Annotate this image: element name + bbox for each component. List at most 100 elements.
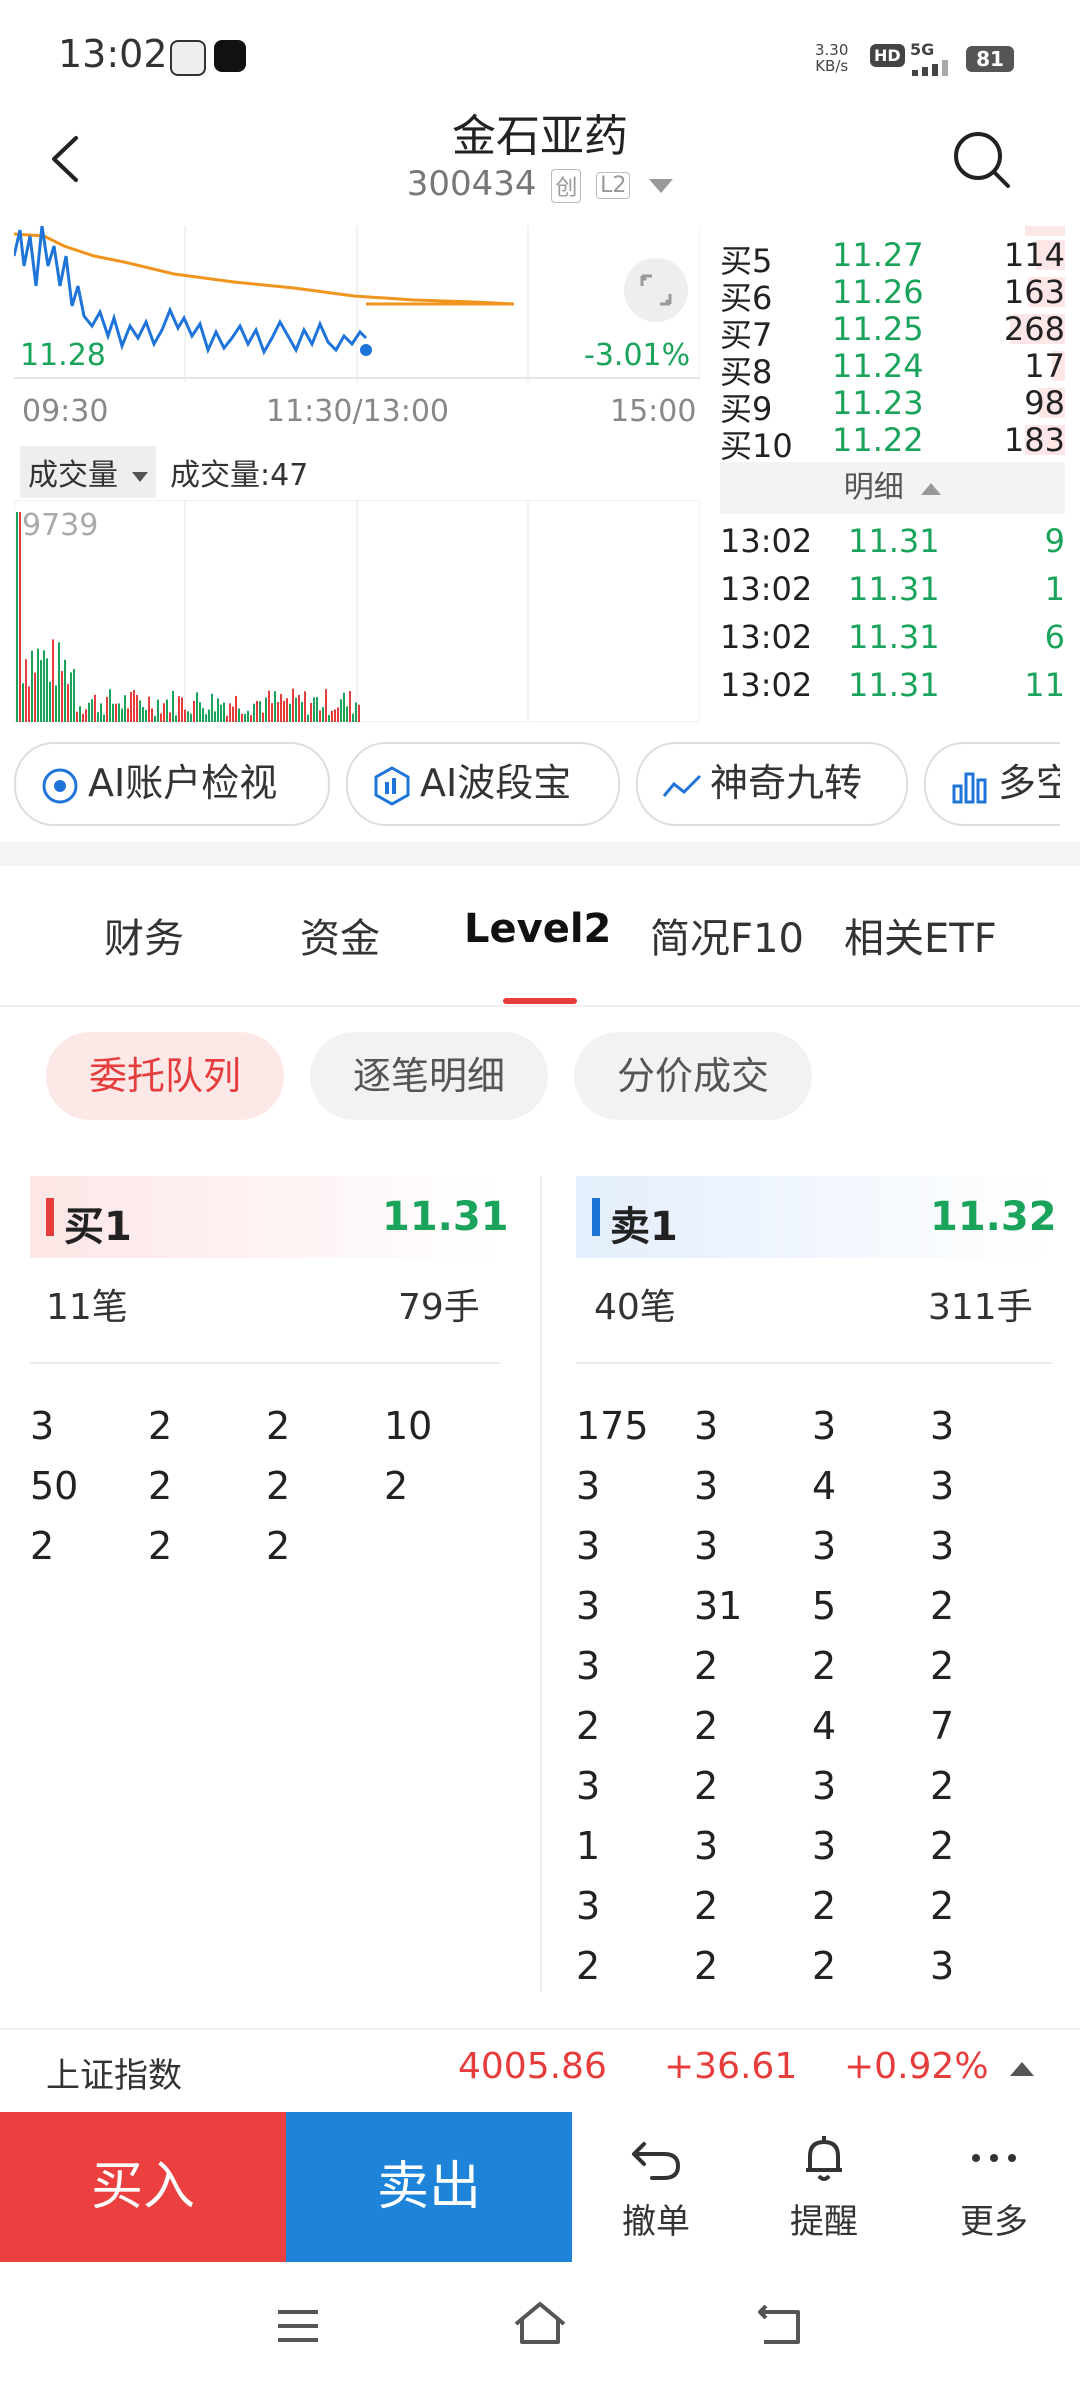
queue-order-qty: 2: [148, 1524, 173, 1568]
queue-order-qty: 2: [266, 1464, 291, 1508]
volume-bar: [79, 706, 81, 722]
time-mid: 11:30/13:00: [266, 394, 450, 429]
tab-funds[interactable]: 资金: [300, 906, 380, 964]
order-level-price: 11.23: [832, 384, 924, 422]
queue-order-qty: 2: [384, 1464, 409, 1508]
detail-toggle[interactable]: 明细: [720, 462, 1065, 514]
volume-bar: [313, 697, 315, 722]
buy1-label: 买1: [64, 1204, 132, 1250]
queue-order-qty: 3: [576, 1584, 601, 1628]
volume-bar: [55, 685, 57, 722]
queue-order-qty: 3: [812, 1764, 837, 1808]
volume-bar: [157, 699, 159, 722]
queue-order-qty: 3: [576, 1524, 601, 1568]
volume-bar: [151, 708, 153, 722]
home-icon[interactable]: [510, 2298, 570, 2348]
volume-indicator-select[interactable]: 成交量: [20, 446, 156, 498]
queue-order-qty: 2: [812, 1644, 837, 1688]
tab-f10[interactable]: 简况F10: [650, 906, 804, 964]
bar-chart-icon: [952, 772, 987, 803]
search-icon: [954, 132, 1010, 188]
volume-bar: [241, 713, 243, 722]
board-tag: 创: [551, 168, 582, 203]
volume-bar: [118, 703, 120, 722]
tab-finance[interactable]: 财务: [104, 906, 184, 964]
order-level-qty: 98: [1024, 384, 1065, 422]
chip-ai-band[interactable]: AI波段宝: [346, 742, 620, 826]
volume-bar: [121, 708, 123, 722]
search-button[interactable]: [952, 130, 1010, 188]
chip-ai-account[interactable]: AI账户检视: [14, 742, 330, 826]
active-tab-indicator: [503, 998, 577, 1004]
sell1-volume: 311手: [928, 1287, 1033, 1328]
queue-order-qty: 3: [694, 1464, 719, 1508]
tick-price: 11.31: [848, 522, 940, 560]
queue-order-qty: 2: [930, 1584, 955, 1628]
status-time: 13:02: [58, 32, 168, 76]
volume-bar: [355, 702, 357, 722]
buy-button[interactable]: 买入: [0, 2112, 286, 2262]
volume-bar: [253, 703, 255, 722]
tab-level2[interactable]: Level2: [464, 906, 611, 952]
subtab-price-volume[interactable]: 分价成交: [574, 1032, 812, 1120]
tick-row: 13:02 11.31 11: [720, 666, 1065, 714]
expand-up-icon[interactable]: [1010, 2062, 1034, 2076]
alert-button[interactable]: 提醒: [764, 2130, 884, 2243]
tick-time: 13:02: [720, 666, 813, 704]
volume-bar: [325, 689, 327, 722]
panel-separator: [540, 1176, 542, 1992]
volume-bar: [31, 650, 33, 722]
volume-bar: [163, 703, 165, 722]
volume-bar: [247, 710, 249, 722]
volume-bar: [220, 704, 222, 722]
buy1-volume: 79手: [398, 1287, 480, 1328]
back-nav-icon[interactable]: [756, 2302, 804, 2346]
tab-etf[interactable]: 相关ETF: [844, 906, 997, 964]
volume-bar: [334, 709, 336, 722]
stock-subtitle[interactable]: 300434 创 L2: [0, 164, 1080, 204]
volume-bar: [139, 700, 141, 722]
volume-bar: [298, 694, 300, 722]
volume-bar: [208, 709, 210, 722]
tick-time: 13:02: [720, 618, 813, 656]
more-label: 更多: [960, 2202, 1028, 2242]
queue-order-qty: 50: [30, 1464, 79, 1508]
index-name: 上证指数: [46, 2056, 182, 2096]
more-dots-icon: [972, 2154, 1016, 2162]
queue-order-qty: 3: [694, 1404, 719, 1448]
volume-bar: [22, 683, 24, 722]
chip-long-short[interactable]: 多空: [924, 742, 1080, 826]
volume-chart[interactable]: [14, 500, 700, 722]
menu-icon[interactable]: [274, 2306, 322, 2346]
volume-value: 成交量:47: [170, 458, 309, 493]
net-speed-value: 3.30: [815, 41, 849, 59]
queue-order-qty: 4: [812, 1704, 837, 1748]
trend-line-icon: [662, 774, 702, 797]
volume-bar: [274, 691, 276, 722]
cancel-order-button[interactable]: 撤单: [596, 2130, 716, 2243]
volume-bar: [304, 691, 306, 722]
volume-bar: [103, 714, 105, 722]
volume-bar: [181, 697, 183, 722]
order-level-label: 买10: [720, 427, 793, 465]
order-level-price: 11.27: [832, 236, 924, 274]
more-button[interactable]: 更多: [934, 2130, 1054, 2243]
volume-bar: [46, 658, 48, 722]
volume-bar: [205, 714, 207, 722]
volume-bar: [280, 693, 282, 722]
subtab-tick-detail[interactable]: 逐笔明细: [310, 1032, 548, 1120]
order-book-partial-row: [720, 226, 1065, 236]
chip-nine-turn[interactable]: 神奇九转: [636, 742, 908, 826]
volume-bar: [292, 688, 294, 722]
chip-label: AI账户检视: [88, 761, 278, 805]
expand-chart-button[interactable]: [624, 258, 688, 322]
subtab-order-queue[interactable]: 委托队列: [46, 1032, 284, 1120]
volume-bar: [19, 512, 21, 722]
volume-bar: [310, 702, 312, 722]
volume-bar: [202, 708, 204, 722]
sell-button[interactable]: 卖出: [286, 2112, 572, 2262]
dropdown-caret-icon[interactable]: [649, 178, 674, 193]
volume-bar: [97, 712, 99, 722]
volume-bar: [28, 686, 30, 722]
volume-bar: [340, 699, 342, 722]
